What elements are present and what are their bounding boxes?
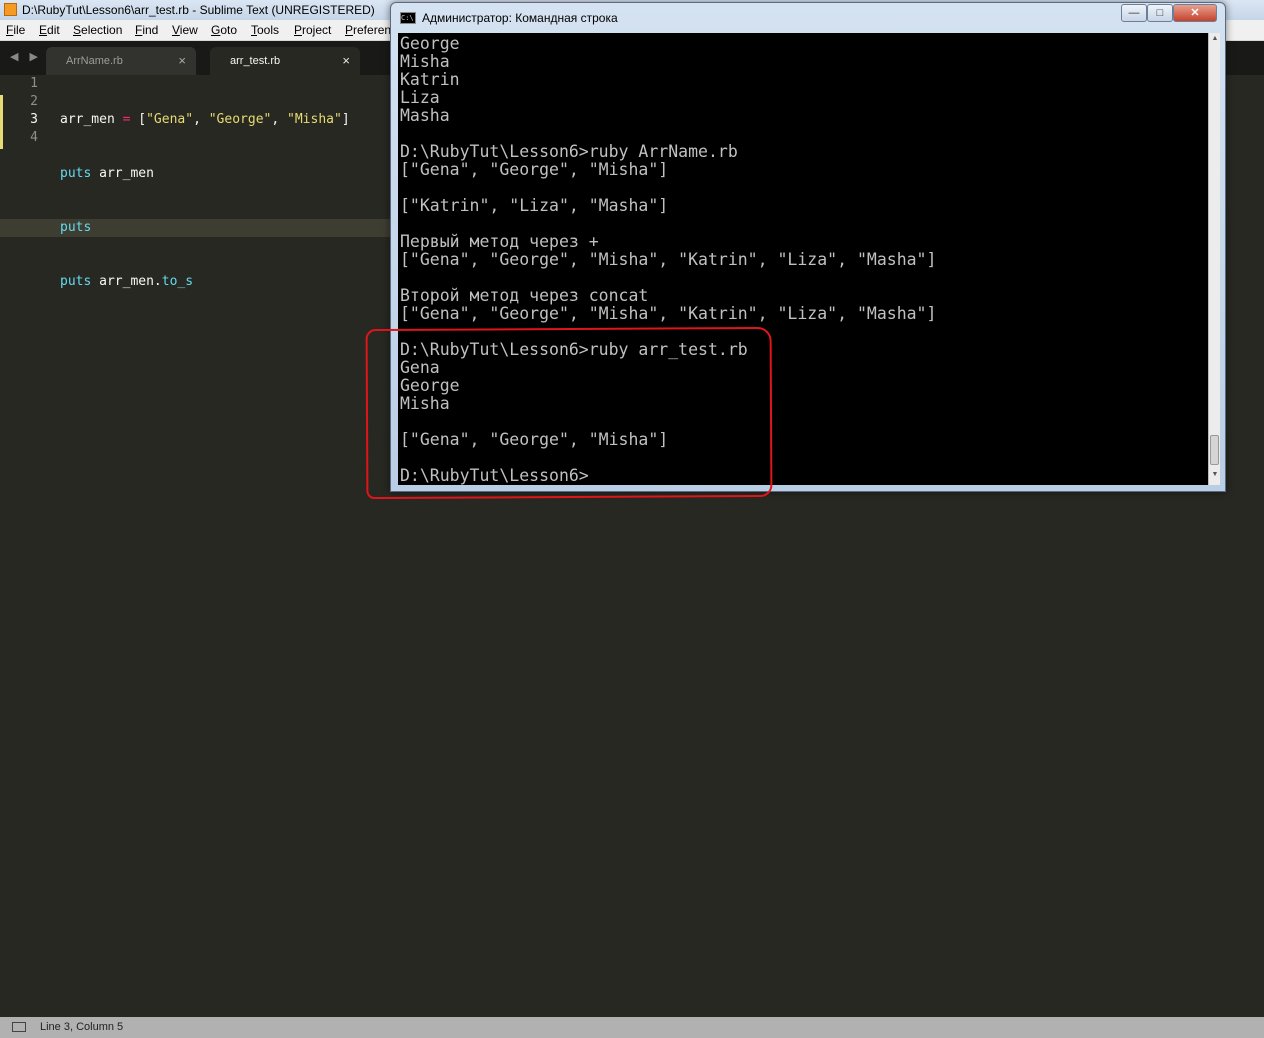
code-token: ] [341,112,350,127]
code-token: "George" [208,112,272,127]
menu-view[interactable]: View [172,23,198,37]
tab-label: ArrName.rb [66,55,123,67]
code-token: arr_men [91,166,154,181]
code-token: "Misha" [287,112,342,127]
tab-close-icon[interactable]: × [342,53,350,68]
code-token: arr_men. [91,274,162,289]
scroll-thumb[interactable] [1210,435,1219,465]
code-editor[interactable]: arr_men = ["Gena", "George", "Misha"] pu… [0,75,390,309]
window-title: D:\RubyTut\Lesson6\arr_test.rb - Sublime… [22,3,375,17]
code-token: , [271,112,288,127]
code-token: arr_men [60,112,123,127]
maximize-button[interactable]: □ [1147,4,1173,22]
console-toggle-icon[interactable] [12,1022,26,1032]
code-token: puts [60,166,92,181]
menu-tools[interactable]: Tools [251,23,279,37]
minimize-button[interactable]: — [1121,4,1147,22]
code-token: , [193,112,209,127]
vertical-scrollbar[interactable]: ▲ ▼ [1208,33,1220,485]
menu-file[interactable]: File [6,23,25,37]
code-token: to_s [161,274,194,289]
menu-goto[interactable]: Goto [211,23,237,37]
scroll-down-icon[interactable]: ▼ [1210,471,1220,483]
code-line: arr_men = ["Gena", "George", "Misha"] [60,111,390,129]
code-token: "Gena" [146,112,194,127]
code-line-current: puts [0,219,390,237]
cursor-position: Line 3, Column 5 [40,1021,124,1033]
status-bar: Line 3, Column 5 [0,1017,1264,1038]
code-line: puts arr_men [60,165,390,183]
tab-nav-arrows-icon[interactable]: ◀ ▶ [10,50,42,63]
menu-find[interactable]: Find [135,23,158,37]
sublime-app-icon [4,3,17,16]
tab-arrname[interactable]: ArrName.rb × [46,47,196,75]
menu-selection[interactable]: Selection [73,23,122,37]
code-token: puts [60,220,92,235]
line-number-gutter: 1 2 3 4 [0,75,38,147]
code-token: [ [130,112,147,127]
tab-label: arr_test.rb [230,55,281,67]
red-highlight-annotation [365,326,773,500]
code-token: puts [60,274,92,289]
tab-close-icon[interactable]: × [178,53,186,68]
menu-project[interactable]: Project [294,23,331,37]
cmd-app-icon: C:\ [400,12,416,24]
menu-preferences[interactable]: Preferen [345,23,391,37]
code-line: puts arr_men.to_s [60,273,390,291]
scroll-up-icon[interactable]: ▲ [1210,35,1220,47]
cmd-title-bar[interactable]: C:\ Администратор: Командная строка — □ … [391,3,1225,32]
line-number: 1 [30,76,38,91]
tab-arr-test[interactable]: arr_test.rb × [210,47,360,75]
menu-edit[interactable]: Edit [39,23,60,37]
cmd-window-title: Администратор: Командная строка [422,11,618,25]
line-number: 2 [30,94,38,109]
line-number: 4 [30,130,38,145]
line-number: 3 [30,112,38,127]
close-button[interactable]: ✕ [1173,4,1217,22]
